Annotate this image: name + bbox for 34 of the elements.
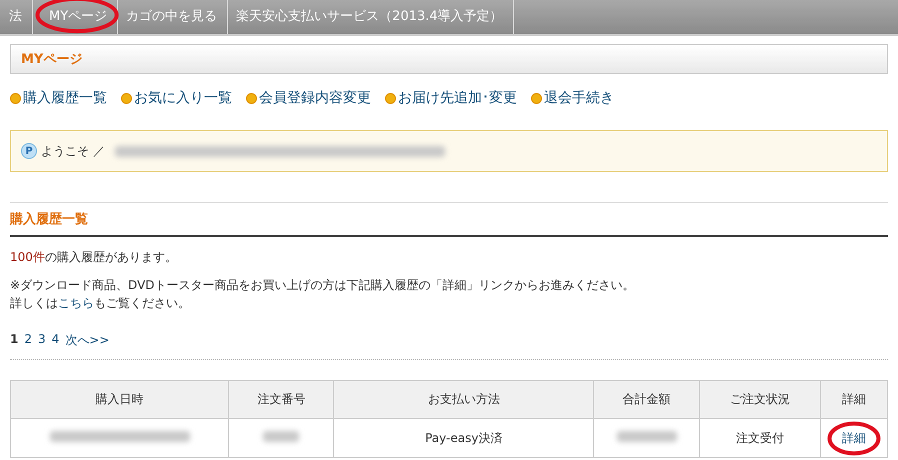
menu-link[interactable]: 退会手続き xyxy=(544,89,614,107)
detail-link[interactable]: 詳細 xyxy=(842,430,866,444)
bullet-icon xyxy=(246,92,257,104)
notice-text: ※ダウンロード商品、DVDトースター商品をお買い上げの方は下記購入履歴の「詳細」リンクからお進みください。 xyxy=(10,277,636,294)
bullet-icon xyxy=(121,92,132,104)
table-cell: 注文受付 xyxy=(736,430,784,444)
column-header: ご注文状況 xyxy=(699,380,821,418)
menu-link[interactable]: 購入履歴一覧 xyxy=(23,89,107,107)
welcome-text: ようこそ ／ xyxy=(41,142,105,160)
point-icon: P xyxy=(21,143,37,159)
redacted-text xyxy=(263,431,300,442)
page-link[interactable]: 次へ>> xyxy=(65,332,110,349)
redacted-text xyxy=(616,431,677,442)
link[interactable]: こちら xyxy=(58,296,94,310)
table-cell: Pay-easy決済 xyxy=(425,430,502,444)
result-count: 100件の購入履歴があります。 xyxy=(10,249,178,266)
column-header: 詳細 xyxy=(820,380,888,418)
page-link[interactable]: 2 xyxy=(24,332,32,349)
bullet-icon xyxy=(531,92,542,104)
column-header: 合計金額 xyxy=(594,380,700,418)
menu-link[interactable]: お気に入り一覧 xyxy=(134,89,232,107)
page-link[interactable]: 4 xyxy=(52,332,60,349)
menu-link[interactable]: お届け先追加･変更 xyxy=(398,89,517,107)
section-title: 購入履歴一覧 xyxy=(10,210,88,228)
column-header: 購入日時 xyxy=(10,380,229,418)
bullet-icon xyxy=(10,92,21,104)
column-header: 注文番号 xyxy=(228,380,334,418)
page-link[interactable]: 3 xyxy=(38,332,46,349)
notice-text: 詳しくは こちら もご覧ください。 xyxy=(10,295,191,312)
page-link[interactable]: 1 xyxy=(10,332,18,349)
bullet-icon xyxy=(385,92,396,104)
menu-link[interactable]: 会員登録内容変更 xyxy=(259,89,371,107)
panel-title: MYページ xyxy=(21,51,82,68)
column-header: お支払い方法 xyxy=(334,380,594,418)
